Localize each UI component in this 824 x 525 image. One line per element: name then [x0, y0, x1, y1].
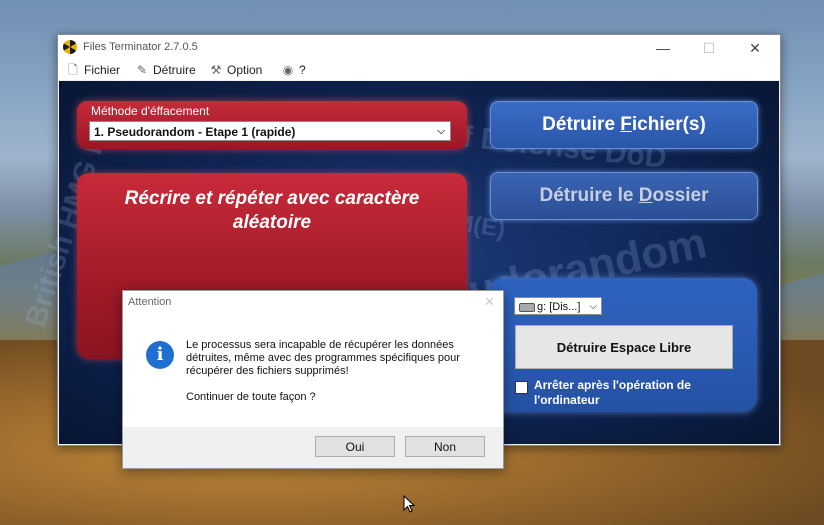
eraser-icon: ✎ — [136, 63, 148, 77]
mouse-cursor-icon — [403, 495, 415, 513]
dialog-question: Continuer de toute façon ? — [186, 391, 316, 403]
menu-help-label: ? — [299, 63, 306, 77]
destroy-free-space-button[interactable]: Détruire Espace Libre — [515, 325, 733, 369]
drive-select-value: g: [Dis...] — [537, 301, 581, 313]
attention-dialog: Attention ✕ i Le processus sera incapabl… — [122, 290, 504, 469]
menu-detruire[interactable]: ✎ Détruire — [135, 63, 196, 77]
destroy-files-button[interactable]: Détruire Fichier(s) — [490, 101, 758, 149]
method-description: Récrire et répéter avec caractère aléato… — [124, 188, 420, 233]
menu-detruire-label: Détruire — [153, 63, 196, 77]
method-label: Méthode d'éffacement — [91, 104, 210, 118]
dialog-title: Attention — [128, 296, 172, 308]
method-select[interactable]: 1. Pseudorandom - Etape 1 (rapide) ⌵ — [89, 121, 451, 141]
close-button[interactable]: ✕ — [740, 38, 770, 58]
free-space-panel: g: [Dis...] ⌵ Détruire Espace Libre Arrê… — [489, 278, 757, 412]
dialog-footer: Oui Non — [123, 427, 503, 468]
chevron-down-icon: ⌵ — [589, 301, 597, 312]
chevron-down-icon: ⌵ — [437, 126, 445, 137]
menu-fichier[interactable]: 🗋 Fichier — [66, 63, 120, 77]
destroy-folder-suffix: ossier — [652, 185, 709, 206]
yes-button[interactable]: Oui — [315, 436, 395, 457]
title-bar[interactable]: Files Terminator 2.7.0.5 — ☐ ✕ — [58, 35, 780, 60]
destroy-folder-hotkey: D — [638, 185, 653, 206]
window-title: Files Terminator 2.7.0.5 — [83, 41, 198, 53]
menu-help[interactable]: ◉ ? — [281, 63, 306, 77]
method-panel: Méthode d'éffacement 1. Pseudorandom - E… — [77, 101, 467, 149]
menu-option-label: Option — [227, 63, 263, 77]
shutdown-label: Arrêter après l'opération de l'ordinateu… — [534, 378, 691, 407]
destroy-folder-button[interactable]: Détruire le Dossier — [490, 172, 758, 220]
destroy-folder-prefix: Détruire le — [539, 185, 639, 206]
minimize-button[interactable]: — — [648, 38, 678, 58]
menu-bar: 🗋 Fichier ✎ Détruire ⚒ Option ◉ ? — [58, 60, 780, 80]
menu-option[interactable]: ⚒ Option — [209, 63, 263, 77]
dialog-close-icon[interactable]: ✕ — [484, 294, 495, 310]
info-icon: i — [146, 341, 174, 369]
destroy-files-prefix: Détruire — [542, 114, 621, 135]
document-icon: 🗋 — [68, 63, 78, 77]
drive-select[interactable]: g: [Dis...] ⌵ — [514, 297, 602, 315]
dialog-message: Le processus sera incapable de récupérer… — [186, 339, 460, 377]
maximize-button[interactable]: ☐ — [694, 38, 724, 58]
tools-icon: ⚒ — [210, 63, 222, 77]
destroy-files-hotkey: F — [620, 114, 632, 135]
help-icon: ◉ — [282, 63, 294, 77]
menu-fichier-label: Fichier — [84, 63, 121, 77]
app-logo-icon — [63, 40, 77, 54]
no-button[interactable]: Non — [405, 436, 485, 457]
method-select-value: 1. Pseudorandom - Etape 1 (rapide) — [94, 125, 296, 139]
destroy-files-suffix: ichier(s) — [631, 114, 706, 135]
shutdown-checkbox[interactable] — [515, 381, 528, 394]
hard-drive-icon — [519, 303, 535, 312]
